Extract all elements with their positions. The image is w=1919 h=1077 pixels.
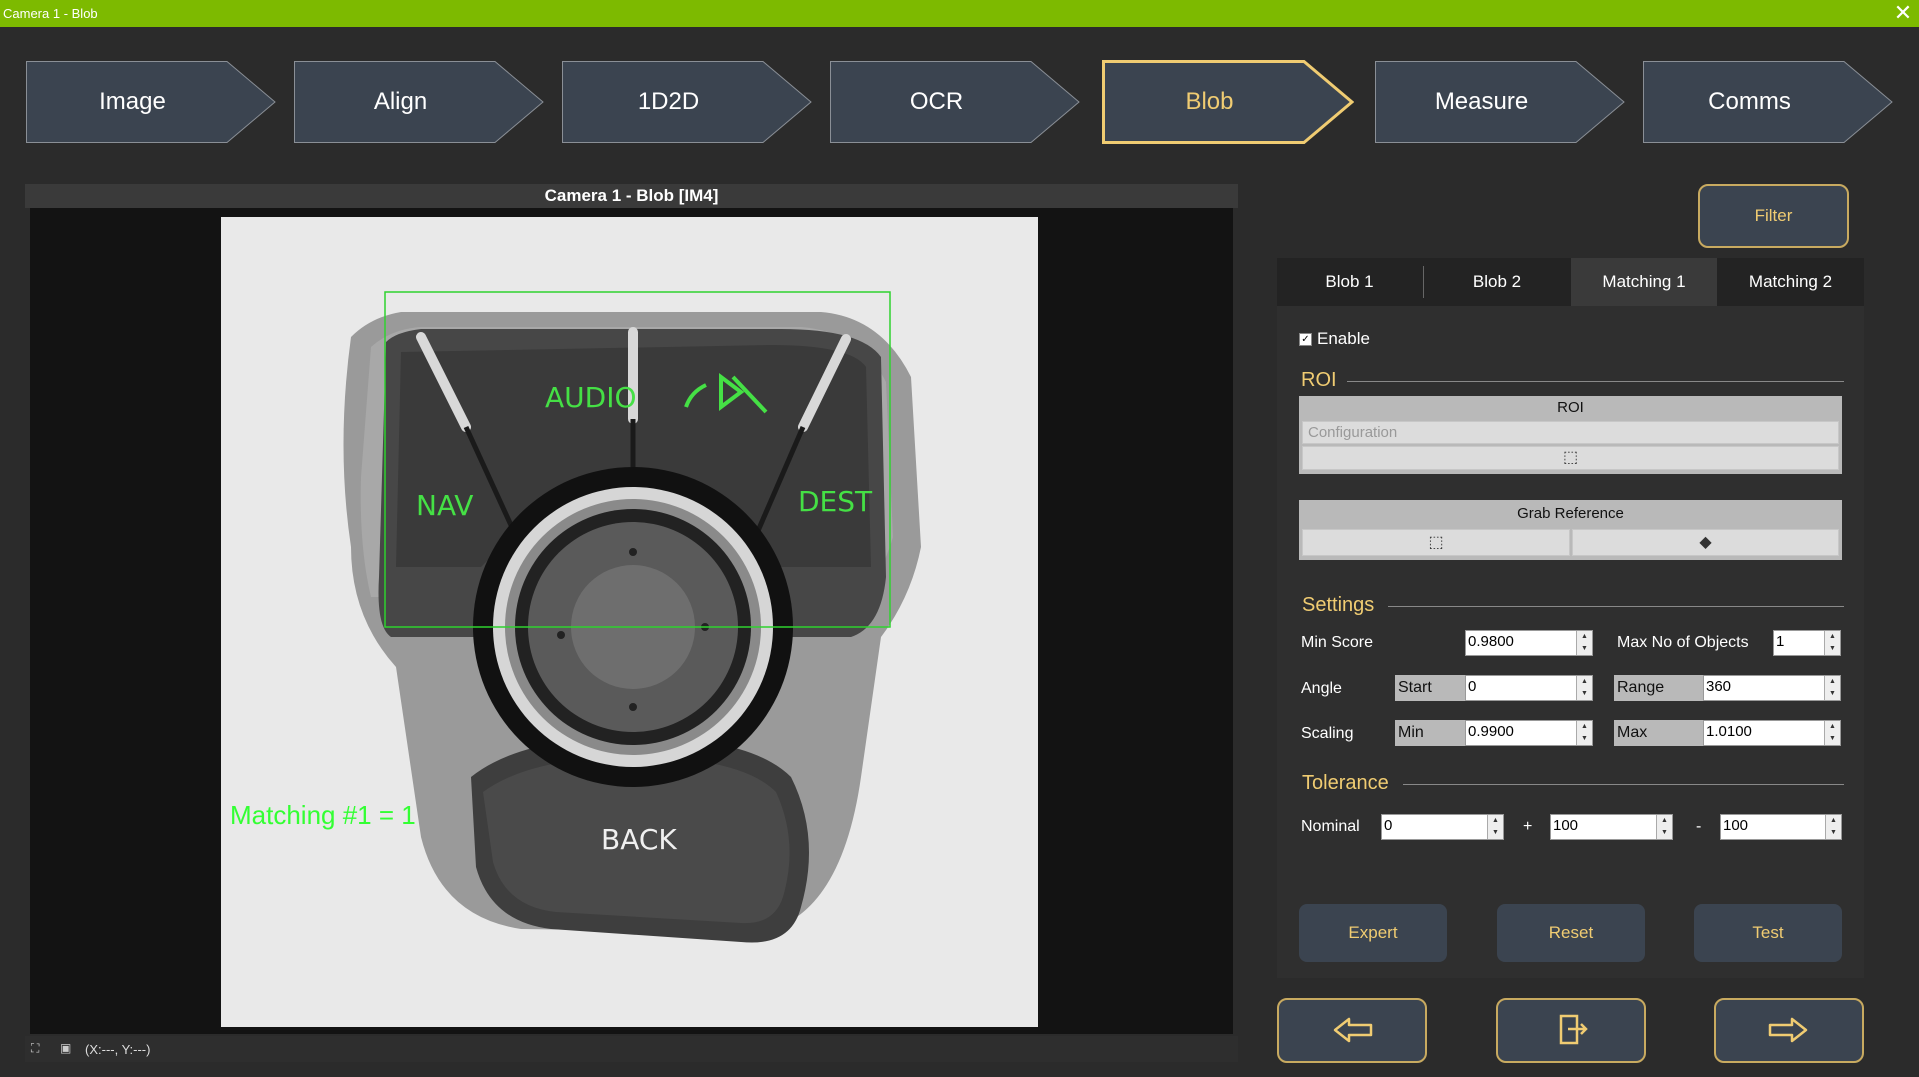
reset-button[interactable]: Reset xyxy=(1497,904,1645,962)
spin-arrows-icon[interactable]: ▲ ▼ xyxy=(1487,815,1503,839)
min-score-input[interactable]: 0.9800 ▲ ▼ xyxy=(1465,630,1593,656)
enable-label: Enable xyxy=(1317,329,1370,348)
coord-readout: (X:---, Y:---) xyxy=(85,1042,151,1057)
tab-matching-2[interactable]: Matching 2 xyxy=(1717,258,1864,306)
fit-view-icon[interactable]: ⛶ xyxy=(31,1041,47,1057)
step-image[interactable]: Image xyxy=(25,60,277,144)
arrow-right-icon xyxy=(1768,1017,1808,1043)
spin-arrows-icon[interactable]: ▲ ▼ xyxy=(1656,815,1672,839)
nominal-input[interactable]: 0 ▲ ▼ xyxy=(1381,814,1504,840)
settings-section-title: Settings xyxy=(1302,594,1375,616)
scaling-min-tag: Min xyxy=(1395,720,1465,746)
section-divider xyxy=(1347,381,1844,382)
grab-reference-label: Grab Reference xyxy=(1517,505,1624,522)
roi-section-title: ROI xyxy=(1301,369,1337,391)
spin-arrows-icon[interactable]: ▲ ▼ xyxy=(1576,721,1592,745)
roi-edit-button[interactable]: ⬚ xyxy=(1302,446,1839,470)
angle-label: Angle xyxy=(1301,680,1342,697)
step-label: Image xyxy=(99,88,166,115)
grab-reference-erase-button[interactable]: ◆ xyxy=(1572,529,1839,556)
section-divider xyxy=(1403,784,1844,785)
scaling-max-input[interactable]: 1.0100 ▲ ▼ xyxy=(1703,720,1841,746)
angle-range-input[interactable]: 360 ▲ ▼ xyxy=(1703,675,1841,701)
grab-reference-roi-button[interactable]: ⬚ xyxy=(1302,529,1570,556)
scaling-max-tag: Max xyxy=(1614,720,1703,746)
spin-arrows-icon[interactable]: ▲ ▼ xyxy=(1824,676,1840,700)
roi-config-dropdown[interactable]: Configuration xyxy=(1302,421,1839,444)
minus-label: - xyxy=(1696,818,1702,835)
expert-button[interactable]: Expert xyxy=(1299,904,1447,962)
part-image: AUDIO NAV DEST BACK Matching #1 = 1 xyxy=(230,291,921,943)
spin-arrows-icon[interactable]: ▲ ▼ xyxy=(1576,631,1592,655)
angle-range-tag: Range xyxy=(1614,675,1703,701)
step-label: Measure xyxy=(1434,88,1529,115)
camera-header: Camera 1 - Blob [IM4] xyxy=(25,184,1238,208)
spin-arrows-icon[interactable]: ▲ ▼ xyxy=(1824,721,1840,745)
nav-label: NAV xyxy=(416,489,473,522)
previous-button[interactable] xyxy=(1277,998,1427,1063)
spin-arrows-icon[interactable]: ▲ ▼ xyxy=(1824,631,1840,655)
match-overlay-text: Matching #1 = 1 xyxy=(230,800,416,830)
step-label: Align xyxy=(373,88,428,115)
exit-door-icon xyxy=(1559,1014,1588,1045)
spin-arrows-icon[interactable]: ▲ ▼ xyxy=(1825,815,1841,839)
step-align[interactable]: Align xyxy=(293,60,545,144)
roi-edit-icon: ⬚ xyxy=(1562,449,1579,466)
nominal-label: Nominal xyxy=(1301,818,1360,835)
step-blob[interactable]: Blob xyxy=(1102,60,1354,144)
step-label: Blob xyxy=(1185,88,1234,115)
section-divider xyxy=(1388,606,1844,607)
enable-checkbox[interactable]: ✓ xyxy=(1299,333,1312,346)
dest-label: DEST xyxy=(798,485,873,518)
audio-label: AUDIO xyxy=(545,381,637,414)
test-button[interactable]: Test xyxy=(1694,904,1842,962)
step-label: 1D2D xyxy=(637,88,700,115)
step-label: OCR xyxy=(909,88,964,115)
camera-image[interactable]: AUDIO NAV DEST BACK Matching #1 = 1 xyxy=(221,217,1038,1027)
back-label: BACK xyxy=(601,823,677,856)
spin-arrows-icon[interactable]: ▲ ▼ xyxy=(1576,676,1592,700)
image-icon[interactable]: ▣ xyxy=(60,1041,76,1057)
next-button[interactable] xyxy=(1714,998,1864,1063)
camera-status-bar: ⛶ ▣ (X:---, Y:---) xyxy=(25,1036,1238,1062)
step-1d2d[interactable]: 1D2D xyxy=(561,60,813,144)
roi-select-icon: ⬚ xyxy=(1428,534,1444,551)
tab-blob-1[interactable]: Blob 1 xyxy=(1277,258,1422,306)
plus-tolerance-input[interactable]: 100 ▲ ▼ xyxy=(1550,814,1673,840)
step-nav: Image Align 1D2D OCR Blob Measure Comms xyxy=(0,0,1919,150)
scaling-min-input[interactable]: 0.9900 ▲ ▼ xyxy=(1465,720,1593,746)
matching-panel: ✓ Enable ROI ROI Configuration ⬚ Grab Re… xyxy=(1277,306,1864,978)
tolerance-section-title: Tolerance xyxy=(1302,772,1389,794)
eraser-icon: ◆ xyxy=(1699,534,1712,551)
max-objects-input[interactable]: 1 ▲ ▼ xyxy=(1773,630,1841,656)
max-objects-label: Max No of Objects xyxy=(1617,634,1749,651)
scaling-label: Scaling xyxy=(1301,725,1354,742)
exit-button[interactable] xyxy=(1496,998,1646,1063)
min-score-label: Min Score xyxy=(1301,634,1374,651)
arrow-left-icon xyxy=(1333,1017,1373,1043)
step-label: Comms xyxy=(1708,88,1791,115)
angle-start-input[interactable]: 0 ▲ ▼ xyxy=(1465,675,1593,701)
minus-tolerance-input[interactable]: 100 ▲ ▼ xyxy=(1720,814,1842,840)
tab-bar: Blob 1 Blob 2 Matching 1 Matching 2 xyxy=(1277,258,1864,306)
step-comms[interactable]: Comms xyxy=(1642,60,1894,144)
tab-blob-2[interactable]: Blob 2 xyxy=(1424,258,1570,306)
step-ocr[interactable]: OCR xyxy=(829,60,1081,144)
plus-label: + xyxy=(1523,818,1533,835)
step-measure[interactable]: Measure xyxy=(1374,60,1626,144)
angle-start-tag: Start xyxy=(1395,675,1465,701)
tab-matching-1[interactable]: Matching 1 xyxy=(1571,258,1717,306)
roi-header: ROI xyxy=(1557,399,1584,416)
filter-button[interactable]: Filter xyxy=(1698,184,1849,248)
